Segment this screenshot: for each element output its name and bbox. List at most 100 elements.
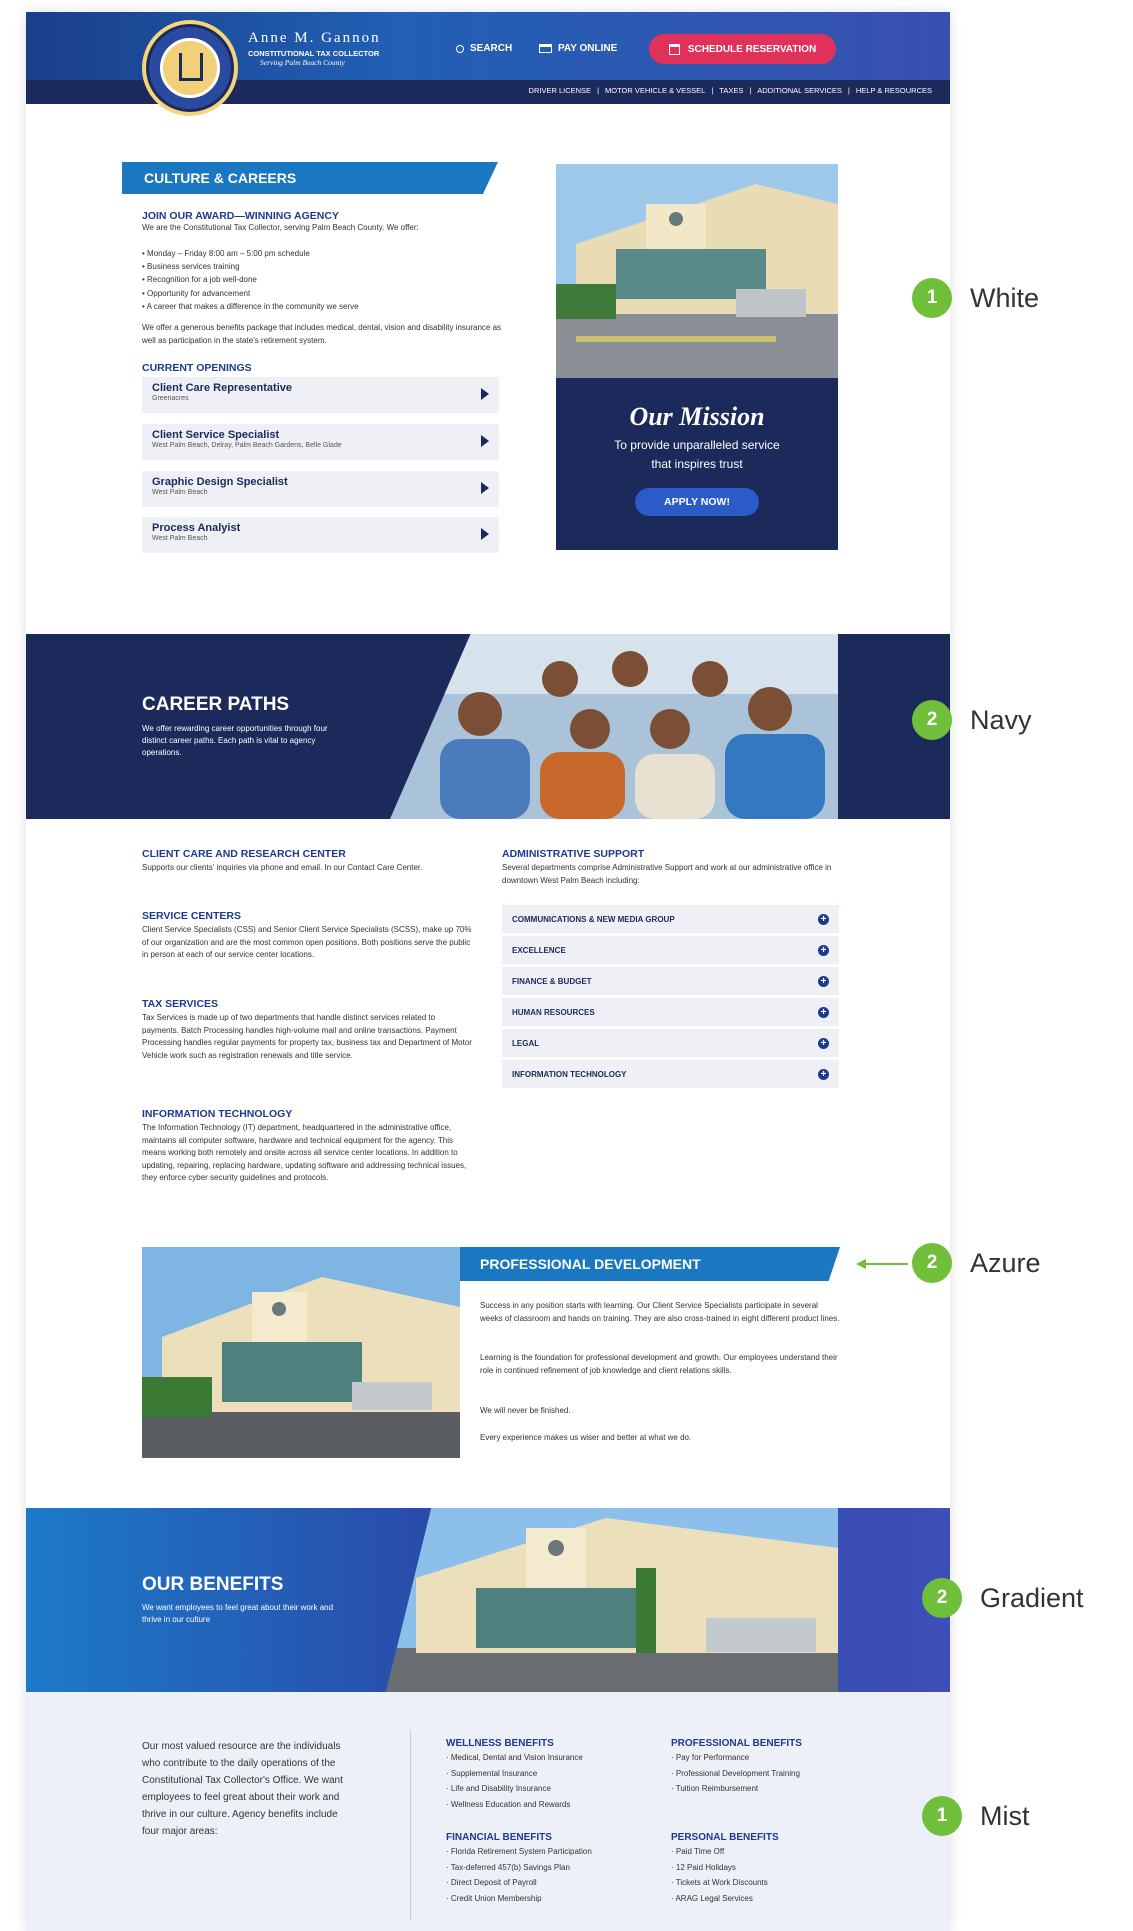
pay-online-label: PAY ONLINE: [558, 43, 618, 54]
divider: [410, 1730, 411, 1920]
accordion-item[interactable]: INFORMATION TECHNOLOGY +: [502, 1060, 839, 1088]
scales-icon: [179, 53, 203, 81]
job-listing[interactable]: Client Service Specialist West Palm Beach…: [142, 424, 499, 460]
job-title: Graphic Design Specialist: [152, 476, 288, 488]
service-centers-text: Client Service Specialists (CSS) and Sen…: [142, 925, 472, 959]
search-link[interactable]: SEARCH: [456, 43, 512, 54]
prof-dev-paragraph: Learning is the foundation for professio…: [480, 1353, 838, 1375]
career-paths-banner: CAREER PATHS We offer rewarding career o…: [26, 634, 950, 819]
perks-list: • Monday – Friday 8:00 am – 5:00 pm sche…: [142, 247, 512, 313]
benefits-description: Our most valued resource are the individ…: [142, 1741, 343, 1837]
building-photo: [386, 1508, 838, 1692]
brand-subtitle: Serving Palm Beach County: [260, 58, 345, 67]
benefit-list: · Pay for Performance · Professional Dev…: [671, 1750, 800, 1797]
current-openings-title: CURRENT OPENINGS: [142, 362, 252, 374]
job-location: Greenacres: [152, 395, 189, 402]
job-listing[interactable]: Client Care Representative Greenacres: [142, 377, 499, 413]
annotation-mist: 1 Mist: [922, 1796, 1030, 1836]
annotation-navy: 2 Navy: [912, 700, 1032, 740]
benefit-item: · Direct Deposit of Payroll: [446, 1878, 537, 1887]
pay-online-link[interactable]: PAY ONLINE: [539, 43, 617, 54]
accordion-label: INFORMATION TECHNOLOGY: [512, 1069, 627, 1079]
plus-circle-icon: +: [818, 975, 829, 987]
plus-circle-icon: +: [818, 1037, 829, 1049]
brand-name: Anne M. Gannon: [248, 30, 381, 46]
benefit-item: · Florida Retirement System Participatio…: [446, 1847, 592, 1856]
client-care-text: Supports our clients' inquiries via phon…: [142, 863, 423, 872]
caret-right-icon: [481, 482, 489, 494]
plus-circle-icon: +: [818, 944, 829, 956]
accordion-label: LEGAL: [512, 1038, 540, 1048]
annotation-badge: 1: [912, 278, 952, 318]
benefit-group-title: FINANCIAL BENEFITS: [446, 1832, 552, 1843]
search-icon: [456, 44, 464, 53]
perk-item: • A career that makes a difference in th…: [142, 301, 359, 311]
building-photo: [556, 164, 838, 378]
benefit-item: · Wellness Education and Rewards: [446, 1799, 571, 1809]
benefit-item: · Supplemental Insurance: [446, 1768, 538, 1778]
perk-item: • Monday – Friday 8:00 am – 5:00 pm sche…: [142, 249, 310, 258]
perk-item: • Opportunity for advancement: [142, 288, 251, 298]
accordion-item[interactable]: LEGAL +: [502, 1029, 839, 1057]
accordion-item[interactable]: COMMUNICATIONS & NEW MEDIA GROUP +: [502, 905, 839, 933]
prof-dev-paragraph: We will never be finished.: [480, 1406, 571, 1415]
nav-divider: |: [847, 86, 850, 95]
apply-now-button[interactable]: APPLY NOW!: [635, 488, 759, 516]
career-paths-intro: We offer rewarding career opportunities …: [142, 724, 328, 757]
mission-line: To provide unparalleled service: [614, 438, 780, 452]
benefits-banner: OUR BENEFITS We want employees to feel g…: [26, 1508, 950, 1692]
brand-block[interactable]: Anne M. Gannon CONSTITUTIONAL TAX COLLEC…: [248, 30, 381, 67]
benefit-list: · Paid Time Off · 12 Paid Holidays · Tic…: [671, 1844, 768, 1906]
career-paths-heading: CAREER PATHS: [142, 694, 290, 715]
job-location: West Palm Beach: [152, 489, 208, 496]
county-seal-logo[interactable]: [142, 20, 238, 116]
join-agency-text: We are the Constitutional Tax Collector,…: [142, 223, 419, 232]
nav-motor-vehicle[interactable]: MOTOR VEHICLE & VESSEL: [605, 86, 705, 95]
annotation-badge: 2: [912, 700, 952, 740]
annotation-azure: 2 Azure: [912, 1243, 1041, 1283]
annotation-badge: 2: [912, 1243, 952, 1283]
accordion-item[interactable]: EXCELLENCE +: [502, 936, 839, 964]
nav-divider: |: [597, 86, 600, 95]
job-listing[interactable]: Process Analyist West Palm Beach: [142, 517, 499, 553]
annotation-label: Mist: [980, 1800, 1030, 1831]
caret-right-icon: [481, 388, 489, 400]
nav-driver-license[interactable]: DRIVER LICENSE: [529, 86, 592, 95]
brand-title: CONSTITUTIONAL TAX COLLECTOR: [248, 49, 380, 58]
annotation-label: Azure: [970, 1247, 1041, 1278]
accordion-item[interactable]: HUMAN RESOURCES +: [502, 998, 839, 1026]
it-title: INFORMATION TECHNOLOGY: [142, 1108, 293, 1120]
nav-divider: |: [749, 86, 752, 95]
job-listing[interactable]: Graphic Design Specialist West Palm Beach: [142, 471, 499, 507]
annotation-badge: 1: [922, 1796, 962, 1836]
benefit-list: · Medical, Dental and Vision Insurance ·…: [446, 1750, 583, 1812]
tax-services-text: Tax Services is made up of two departmen…: [142, 1013, 472, 1060]
plus-circle-icon: +: [818, 1006, 829, 1018]
search-label: SEARCH: [470, 43, 513, 54]
card-icon: [539, 44, 552, 53]
benefit-list: · Florida Retirement System Participatio…: [446, 1844, 592, 1906]
annotation-label: White: [970, 282, 1040, 313]
perk-item: • Recognition for a job well-done: [142, 275, 257, 285]
arrow-left-icon: [856, 1259, 866, 1269]
annotation-badge: 2: [922, 1578, 962, 1618]
benefit-item: · Tickets at Work Discounts: [671, 1878, 768, 1887]
accordion-item[interactable]: FINANCE & BUDGET +: [502, 967, 839, 995]
annotation-label: Gradient: [980, 1582, 1084, 1613]
perk-item: • Business services training: [142, 262, 240, 272]
calendar-icon: [668, 43, 680, 55]
schedule-reservation-button[interactable]: SCHEDULE RESERVATION: [649, 34, 836, 64]
office-building-photo: [142, 1247, 460, 1458]
join-agency-title: JOIN OUR AWARD—WINNING AGENCY: [142, 210, 339, 222]
benefit-item: · Credit Union Membership: [446, 1893, 542, 1903]
annotation-white: 1 White: [912, 278, 1039, 318]
admin-support-text: Several departments comprise Administrat…: [502, 863, 832, 885]
benefits-summary: We offer a generous benefits package tha…: [142, 323, 502, 345]
professional-development-heading: PROFESSIONAL DEVELOPMENT: [460, 1247, 840, 1281]
nav-additional-services[interactable]: ADDITIONAL SERVICES: [757, 86, 842, 95]
nav-taxes[interactable]: TAXES: [719, 86, 743, 95]
benefit-item: · 12 Paid Holidays: [671, 1862, 736, 1872]
nav-help-resources[interactable]: HELP & RESOURCES: [856, 86, 932, 95]
subnav-links: DRIVER LICENSE | MOTOR VEHICLE & VESSEL | …: [529, 86, 932, 95]
schedule-label: SCHEDULE RESERVATION: [687, 43, 817, 55]
